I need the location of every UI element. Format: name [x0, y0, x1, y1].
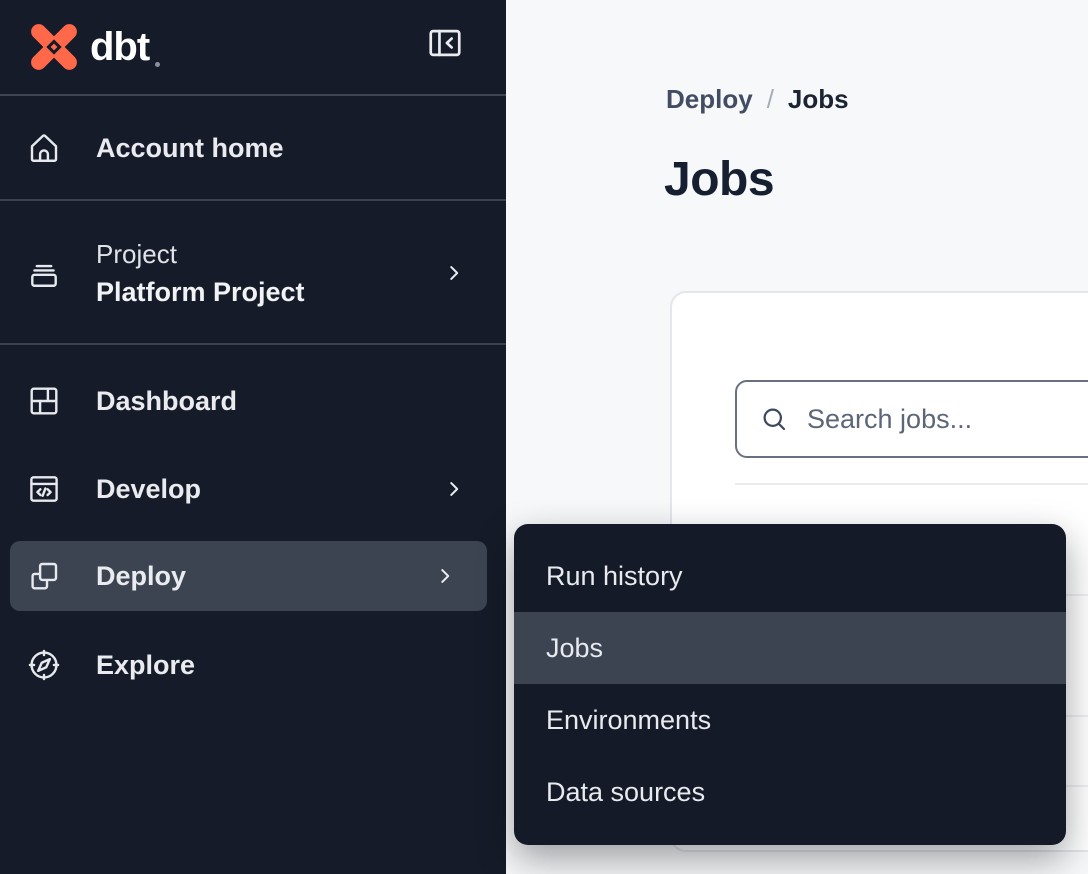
chevron-right-icon: [434, 565, 456, 587]
sidebar-item-label: Deploy: [96, 561, 186, 592]
dbt-logo[interactable]: dbt: [28, 21, 160, 73]
sidebar-item-explore[interactable]: Explore: [0, 630, 506, 700]
search-icon: [759, 404, 789, 434]
code-window-icon: [26, 471, 62, 507]
sidebar-collapse-button[interactable]: [422, 22, 468, 64]
sidebar: dbt Account home: [0, 0, 506, 874]
sidebar-item-label: Account home: [96, 133, 284, 164]
card-divider: [735, 483, 1088, 485]
project-box-icon: [26, 255, 62, 291]
breadcrumb: Deploy / Jobs: [666, 84, 849, 115]
sidebar-item-label: Explore: [96, 650, 195, 681]
home-icon: [26, 130, 62, 166]
sidebar-item-account-home[interactable]: Account home: [0, 97, 506, 201]
chevron-right-icon: [443, 262, 465, 284]
dashboard-icon: [26, 383, 62, 419]
menu-item-run-history[interactable]: Run history: [514, 540, 1066, 612]
breadcrumb-jobs: Jobs: [788, 84, 849, 115]
app-root: Deploy / Jobs Jobs: [0, 0, 1088, 874]
menu-item-environments[interactable]: Environments: [514, 684, 1066, 756]
sidebar-header: dbt: [0, 0, 506, 96]
breadcrumb-deploy[interactable]: Deploy: [666, 84, 753, 115]
panel-collapse-icon: [424, 24, 466, 62]
menu-item-data-sources[interactable]: Data sources: [514, 756, 1066, 828]
sidebar-item-label: Develop: [96, 474, 201, 505]
sidebar-item-dashboard[interactable]: Dashboard: [0, 366, 506, 436]
deploy-icon: [26, 558, 62, 594]
menu-item-jobs[interactable]: Jobs: [514, 612, 1066, 684]
project-name: Platform Project: [96, 273, 305, 311]
chevron-right-icon: [443, 478, 465, 500]
project-label: Project: [96, 235, 305, 273]
logo-trademark-dot: [155, 62, 160, 67]
sidebar-item-label: Dashboard: [96, 386, 237, 417]
page-title: Jobs: [664, 152, 774, 207]
sidebar-item-develop[interactable]: Develop: [0, 454, 506, 524]
project-text: Project Platform Project: [96, 235, 305, 311]
search-input[interactable]: [807, 404, 1088, 435]
dbt-logo-icon: [28, 21, 80, 73]
deploy-flyout-menu: Run history Jobs Environments Data sourc…: [514, 524, 1066, 845]
sidebar-item-deploy[interactable]: Deploy: [10, 541, 487, 611]
search-box[interactable]: [735, 380, 1088, 458]
sidebar-item-project[interactable]: Project Platform Project: [0, 203, 506, 345]
compass-icon: [26, 647, 62, 683]
breadcrumb-separator: /: [767, 84, 774, 115]
dbt-logo-text: dbt: [90, 27, 149, 67]
